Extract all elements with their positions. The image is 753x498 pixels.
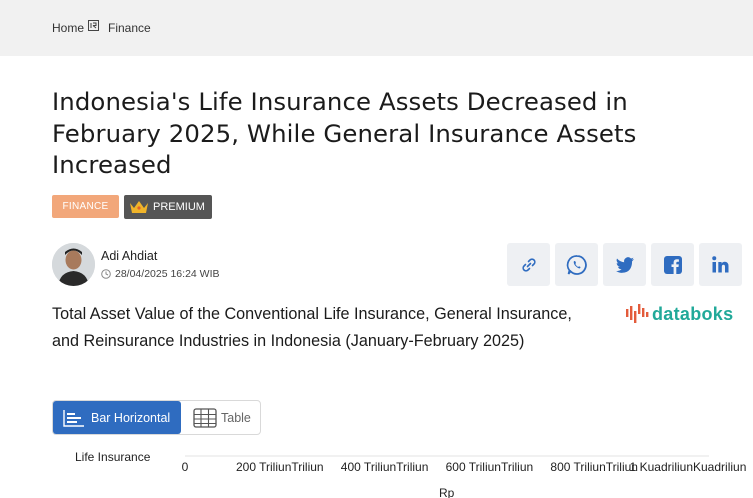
bar-chart: 0 200 TriliunTriliun 400 TriliunTriliun 600… [182, 455, 747, 474]
crown-icon [130, 201, 148, 213]
chart-view-toggle: Bar Horizontal Table [52, 400, 261, 435]
category-badge[interactable]: FINANCE [52, 195, 119, 218]
table-view-button[interactable]: Table [193, 401, 251, 434]
x-tick-label: 0 [182, 460, 189, 474]
linkedin-share-button[interactable] [699, 243, 742, 286]
chart-title: Total Asset Value of the Conventional Li… [52, 305, 572, 350]
copy-link-button[interactable] [507, 243, 550, 286]
clock-icon [101, 269, 111, 279]
whatsapp-share-button[interactable] [555, 243, 598, 286]
x-axis-title: Rp [439, 486, 455, 498]
x-tick-label: 1 KuadriliunKuadriliun [630, 460, 747, 474]
bar-chart-icon [63, 409, 84, 427]
breadcrumb-separator-icon [88, 19, 100, 31]
twitter-icon [615, 256, 634, 273]
author-name[interactable]: Adi Ahdiat [101, 249, 157, 263]
publish-date: 28/04/2025 16:24 WIB [101, 268, 220, 280]
facebook-share-button[interactable] [651, 243, 694, 286]
bar-horizontal-button[interactable]: Bar Horizontal [53, 401, 181, 434]
x-tick-label: 200 TriliunTriliun [236, 460, 324, 474]
top-bar: Home Finance [0, 0, 753, 56]
x-tick-label: 400 TriliunTriliun [341, 460, 429, 474]
premium-badge: PREMIUM [124, 195, 212, 219]
author-avatar[interactable] [52, 243, 95, 286]
bar-horizontal-label: Bar Horizontal [91, 410, 171, 425]
breadcrumb-current[interactable]: Finance [108, 21, 151, 35]
databoks-logo-icon [626, 304, 649, 323]
facebook-icon [663, 255, 682, 274]
linkedin-icon [712, 256, 729, 273]
breadcrumb: Home Finance [52, 19, 151, 35]
link-icon [521, 257, 536, 272]
avatar-photo-icon [52, 243, 95, 286]
x-tick-label: 800 TriliunTriliun [550, 460, 638, 474]
breadcrumb-home[interactable]: Home [52, 21, 84, 35]
publish-date-text: 28/04/2025 16:24 WIB [115, 268, 220, 280]
twitter-share-button[interactable] [603, 243, 646, 286]
premium-label: PREMIUM [153, 201, 205, 213]
databoks-logo[interactable]: databoks [625, 303, 733, 325]
databoks-wordmark: databoks [652, 303, 734, 324]
whatsapp-icon [566, 254, 587, 275]
table-view-label: Table [221, 410, 251, 425]
table-grid-icon [193, 407, 217, 428]
article-title: Indonesia's Life Insurance Assets Decrea… [52, 87, 637, 179]
x-tick-label: 600 TriliunTriliun [446, 460, 534, 474]
